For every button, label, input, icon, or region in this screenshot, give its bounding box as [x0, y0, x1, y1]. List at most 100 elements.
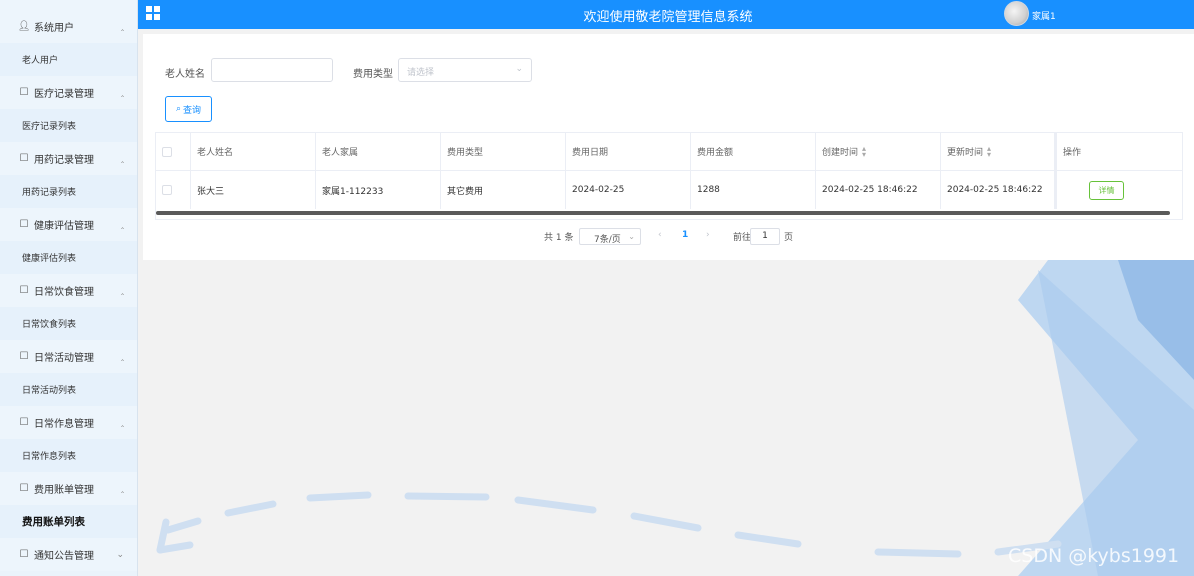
top-header: 欢迎使用敬老院管理信息系统 家属1	[138, 0, 1194, 29]
row-checkbox-cell	[156, 171, 191, 209]
chevron-up-icon: ‸	[120, 285, 124, 296]
sidebar-item-diet[interactable]: ☐ 日常饮食管理 ‸	[0, 274, 137, 307]
sidebar-subitem-billing-list[interactable]: 费用账单列表	[0, 505, 137, 538]
data-table: 老人姓名 老人家属 费用类型 费用日期 费用金额 创建时间 ▴ ▾ 更新时间 ▴ ▾ 操…	[155, 132, 1183, 220]
sidebar-item-medication[interactable]: ☐ 用药记录管理 ‸	[0, 142, 137, 175]
menu-title-label: 费用账单管理	[34, 485, 94, 496]
name-label: 老人姓名	[165, 69, 205, 80]
chevron-up-icon: ‸	[120, 153, 124, 164]
row-checkbox[interactable]	[162, 185, 172, 195]
doc-icon: ☐	[19, 549, 29, 560]
sidebar-item-medical[interactable]: ☐ 医疗记录管理 ‸	[0, 76, 137, 109]
menu-title-label: 日常作息管理	[34, 419, 94, 430]
goto-page-input[interactable]: 1	[750, 228, 780, 245]
chevron-up-icon: ‸	[120, 219, 124, 230]
sidebar-group-notice: ☐ 通知公告管理 ⌄	[0, 538, 137, 571]
next-page-icon[interactable]: ›	[706, 230, 710, 240]
column-header-created[interactable]: 创建时间 ▴ ▾	[816, 133, 941, 170]
cell-type: 其它费用	[441, 171, 566, 209]
chevron-up-icon: ‸	[120, 417, 124, 428]
avatar[interactable]	[1004, 1, 1029, 26]
sidebar-subitem-schedule-list[interactable]: 日常作息列表	[0, 439, 137, 472]
type-select-placeholder: 请选择	[407, 68, 435, 78]
cell-date: 2024-02-25	[566, 171, 691, 209]
sidebar-item-schedule[interactable]: ☐ 日常作息管理 ‸	[0, 406, 137, 439]
select-all-checkbox[interactable]	[162, 146, 172, 157]
column-header: 费用金额	[691, 133, 816, 170]
cell-name: 张大三	[191, 171, 316, 209]
detail-button[interactable]: 详情	[1089, 180, 1124, 200]
chevron-down-icon: ⌄	[628, 232, 635, 241]
column-header: 费用类型	[441, 133, 566, 170]
column-header: 老人姓名	[191, 133, 316, 170]
menu-title-label: 日常活动管理	[34, 353, 94, 364]
header-checkbox-cell	[156, 133, 191, 170]
sort-icon[interactable]: ▴ ▾	[862, 144, 866, 158]
sidebar-item-notice[interactable]: ☐ 通知公告管理 ⌄	[0, 538, 137, 571]
pagination-total: 共 1 条	[544, 233, 574, 243]
current-page[interactable]: 1	[682, 230, 688, 240]
menu-title-label: 医疗记录管理	[34, 89, 94, 100]
column-header: 老人家属	[316, 133, 441, 170]
chevron-up-icon: ‸	[120, 483, 124, 494]
sidebar-group-schedule: ☐ 日常作息管理 ‸ 日常作息列表	[0, 406, 137, 472]
column-header-label: 创建时间	[822, 148, 859, 158]
sidebar-subitem-activity-list[interactable]: 日常活动列表	[0, 373, 137, 406]
cell-updated: 2024-02-25 18:46:22	[941, 171, 1055, 209]
menu-title-label: 日常饮食管理	[34, 287, 94, 298]
sidebar-item-health[interactable]: ☐ 健康评估管理 ‸	[0, 208, 137, 241]
sidebar-item-system-users[interactable]: 👤︎ 系统用户 ‸	[0, 10, 137, 43]
sidebar-group-medical: ☐ 医疗记录管理 ‸ 医疗记录列表	[0, 76, 137, 142]
main-panel: 老人姓名 费用类型 请选择 ⌄ ⌕ 查询 老人姓名 老人家属 费用类型 费用日期…	[143, 34, 1194, 260]
name-input[interactable]	[211, 58, 333, 82]
sidebar-subitem-elder-users[interactable]: 老人用户	[0, 43, 137, 76]
query-button-label: 查询	[183, 105, 202, 116]
doc-icon: ☐	[19, 153, 29, 164]
table-header: 老人姓名 老人家属 费用类型 费用日期 费用金额 创建时间 ▴ ▾ 更新时间 ▴ ▾ 操…	[156, 133, 1182, 171]
table-row: 张大三 家属1-112233 其它费用 2024-02-25 1288 2024…	[156, 171, 1182, 209]
sidebar-subitem-medical-list[interactable]: 医疗记录列表	[0, 109, 137, 142]
doc-icon: ☐	[19, 483, 29, 494]
doc-icon: ☐	[19, 417, 29, 428]
sidebar-group-diet: ☐ 日常饮食管理 ‸ 日常饮食列表	[0, 274, 137, 340]
sidebar-subitem-diet-list[interactable]: 日常饮食列表	[0, 307, 137, 340]
doc-icon: ☐	[19, 351, 29, 362]
sidebar-top-spacer	[0, 0, 137, 10]
user-icon: 👤︎	[17, 21, 31, 32]
chevron-up-icon: ‸	[120, 21, 124, 32]
sidebar: 👤︎ 系统用户 ‸ 老人用户 ☐ 医疗记录管理 ‸ 医疗记录列表 ☐ 用药记录管理 ‸ 用药…	[0, 0, 138, 576]
page-size-value: 7条/页	[594, 235, 621, 245]
user-name[interactable]: 家属1	[1032, 9, 1056, 22]
sidebar-subitem-medication-list[interactable]: 用药记录列表	[0, 175, 137, 208]
chevron-up-icon: ‸	[120, 351, 124, 362]
sort-icon[interactable]: ▴ ▾	[987, 144, 991, 158]
sidebar-subitem-health-list[interactable]: 健康评估列表	[0, 241, 137, 274]
sidebar-group-billing: ☐ 费用账单管理 ‸ 费用账单列表	[0, 472, 137, 538]
column-header-label: 更新时间	[947, 148, 984, 158]
prev-page-icon[interactable]: ‹	[658, 230, 662, 240]
menu-title-label: 用药记录管理	[34, 155, 94, 166]
horizontal-scrollbar[interactable]	[156, 211, 1170, 215]
search-icon: ⌕	[175, 104, 182, 114]
sidebar-menu: 👤︎ 系统用户 ‸ 老人用户 ☐ 医疗记录管理 ‸ 医疗记录列表 ☐ 用药记录管理 ‸ 用药…	[0, 10, 137, 571]
sidebar-group-health: ☐ 健康评估管理 ‸ 健康评估列表	[0, 208, 137, 274]
chevron-down-icon: ⌄	[116, 549, 124, 560]
sidebar-group-medication: ☐ 用药记录管理 ‸ 用药记录列表	[0, 142, 137, 208]
page-unit-label: 页	[784, 233, 794, 243]
page-size-select[interactable]: 7条/页 ⌄	[579, 228, 641, 245]
sidebar-item-billing[interactable]: ☐ 费用账单管理 ‸	[0, 472, 137, 505]
query-button[interactable]: ⌕ 查询	[165, 96, 212, 122]
column-header-updated[interactable]: 更新时间 ▴ ▾	[941, 133, 1055, 170]
watermark: CSDN @kybs1991	[1008, 545, 1180, 567]
background-decoration	[156, 260, 1194, 576]
cell-family: 家属1-112233	[316, 171, 441, 209]
cell-action: 详情	[1055, 171, 1182, 209]
sidebar-group-activity: ☐ 日常活动管理 ‸ 日常活动列表	[0, 340, 137, 406]
type-select[interactable]: 请选择 ⌄	[398, 58, 532, 82]
sidebar-item-activity[interactable]: ☐ 日常活动管理 ‸	[0, 340, 137, 373]
menu-title-label: 系统用户	[34, 23, 74, 34]
cell-created: 2024-02-25 18:46:22	[816, 171, 941, 209]
doc-icon: ☐	[19, 285, 29, 296]
type-label: 费用类型	[353, 69, 393, 80]
goto-label: 前往	[733, 233, 752, 243]
